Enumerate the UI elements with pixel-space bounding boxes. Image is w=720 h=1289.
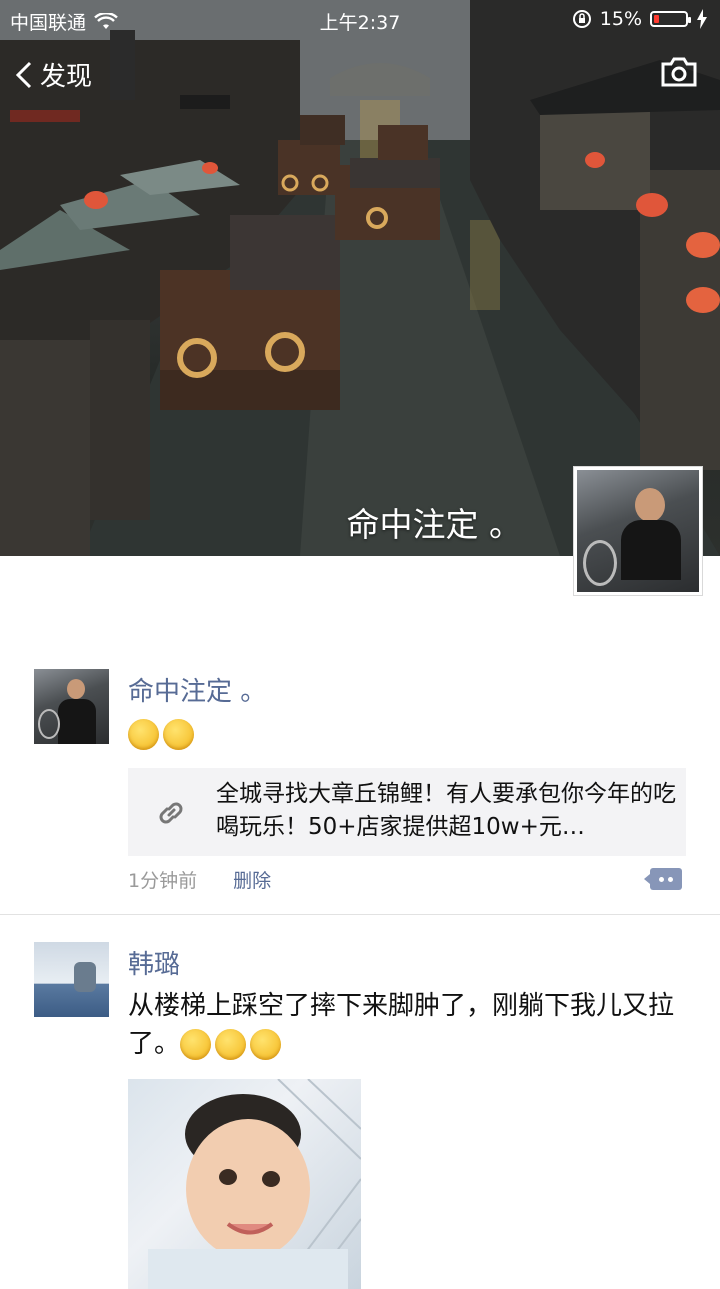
post-avatar[interactable] <box>34 942 109 1017</box>
smiling-emoji-icon <box>250 1029 282 1060</box>
moment-post: 韩璐 从楼梯上踩空了摔下来脚肿了，刚躺下我儿又拉了。 <box>0 942 720 1289</box>
delete-button[interactable]: 删除 <box>233 870 271 892</box>
post-divider <box>0 914 720 915</box>
shared-link-card[interactable]: 全城寻找大章丘锦鲤！有人要承包你今年的吃喝玩乐！50+店家提供超10w+元… <box>128 768 686 856</box>
rotation-lock-icon <box>572 10 591 28</box>
camera-icon <box>661 57 697 87</box>
grinning-emoji-icon <box>128 719 159 750</box>
avatar-image <box>34 669 109 744</box>
post-avatar[interactable] <box>34 669 109 744</box>
back-label: 发现 <box>40 62 93 92</box>
post-photo[interactable] <box>128 1079 361 1289</box>
chevron-left-icon <box>15 61 32 88</box>
post-author-name[interactable]: 命中注定 。 <box>128 671 266 708</box>
charging-bolt-icon <box>697 9 707 29</box>
profile-avatar[interactable] <box>573 466 703 596</box>
camera-button[interactable] <box>660 56 698 92</box>
baby-photo-image <box>148 1079 361 1289</box>
grinning-emoji-icon <box>163 719 194 750</box>
smiling-emoji-icon <box>180 1029 212 1060</box>
post-meta: 1分钟前 删除 <box>128 866 271 893</box>
post-timestamp: 1分钟前 <box>128 870 198 892</box>
back-button[interactable]: 发现 <box>14 56 92 93</box>
post-text: 从楼梯上踩空了摔下来脚肿了，刚躺下我儿又拉了。 <box>128 987 688 1063</box>
comment-button[interactable] <box>644 868 682 890</box>
avatar-image <box>577 470 699 592</box>
smiling-emoji-icon <box>215 1029 247 1060</box>
battery-percent: 15% <box>599 8 642 30</box>
moment-post: 命中注定 。 全城寻找大章丘锦鲤！有人要承包你今年的吃喝玩乐！50+店家提供超1… <box>0 669 720 914</box>
post-author-name[interactable]: 韩璐 <box>128 944 180 981</box>
post-text <box>128 715 198 753</box>
avatar-image <box>74 962 96 992</box>
cover-owner-name: 命中注定 。 <box>346 505 523 544</box>
battery-icon <box>650 11 691 27</box>
link-title: 全城寻找大章丘锦鲤！有人要承包你今年的吃喝玩乐！50+店家提供超10w+元… <box>216 781 676 840</box>
link-icon <box>159 802 183 824</box>
status-bar: 中国联通 上午2:37 15% <box>0 0 720 40</box>
